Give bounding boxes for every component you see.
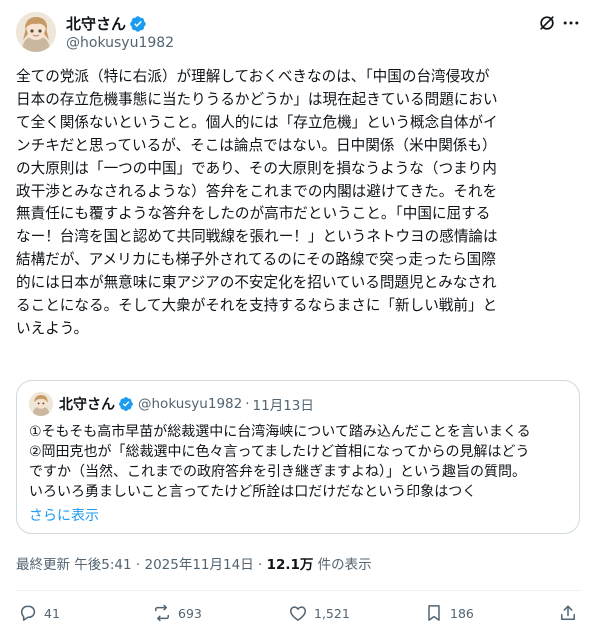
tweet-text-line: ンチキだと思っているが、そこは論点ではない。日中関係（米中関係も） — [16, 136, 497, 154]
bookmark-icon — [424, 603, 444, 623]
quoted-separator: · — [245, 396, 250, 412]
quoted-text-line: ①そもそも高市早苗が総裁選中に台湾海峡について踏み込んだことを言いまくる — [29, 424, 531, 440]
bookmark-button[interactable]: 186 — [424, 603, 474, 623]
share-button[interactable] — [558, 603, 578, 623]
tweet-text-line: 政干渉とみなされるような）答弁をこれまでの内閣は避けてきた。それを — [16, 182, 498, 200]
tweet-text-line: 日本の存立危機事態に当たりうるかどうか」は現在起きている問題におい — [16, 90, 498, 108]
tweet-text-line: 無責任にも覆すような答弁をしたのが高市だということ。「中国に屈する — [16, 205, 491, 223]
share-icon — [558, 603, 578, 623]
tweet-header: 北守さん @hokusyu1982 — [16, 12, 582, 54]
avatar[interactable] — [16, 12, 56, 52]
quoted-date: 11月13日 — [252, 398, 314, 414]
verified-badge-icon — [118, 396, 134, 412]
timestamp[interactable]: 最終更新 午後5:41 · 2025年11月14日 · — [16, 557, 267, 573]
tweet-text-line: 全ての党派（特に右派）が理解しておくべきなのは、「中国の台湾侵攻が — [16, 68, 490, 85]
quoted-tweet-card[interactable]: 北守さん @hokusyu1982 · 11月13日 ①そもそも高市早苗が総裁選… — [16, 380, 580, 534]
more-icon[interactable] — [560, 12, 582, 34]
quoted-display-name: 北守さん — [59, 397, 115, 413]
tweet-text-line: いえよう。 — [16, 319, 89, 337]
quoted-text: ①そもそも高市早苗が総裁選中に台湾海峡について踏み込んだことを言いまくる ②岡田… — [29, 422, 574, 502]
quoted-text-line: ですか（当然、これまでの政府答弁を引き継ぎますよね）」という趣旨の質問。 — [29, 464, 526, 480]
tweet: 北守さん @hokusyu1982 全ての党派（特に右派）が理解しておくべきなの… — [0, 0, 598, 637]
like-button[interactable]: 1,521 — [288, 603, 350, 623]
tweet-text: 全ての党派（特に右派）が理解しておくべきなのは、「中国の台湾侵攻が 日本の存立危… — [16, 66, 582, 341]
repost-button[interactable]: 693 — [152, 603, 202, 623]
author-handle[interactable]: @hokusyu1982 — [66, 34, 174, 52]
quoted-avatar — [29, 392, 53, 416]
reply-button[interactable]: 41 — [18, 603, 60, 623]
bookmark-count: 186 — [450, 605, 474, 621]
like-icon — [288, 603, 308, 623]
verified-badge-icon[interactable] — [129, 15, 147, 33]
tweet-text-line: 的には日本が無意味に東アジアの不安定化を招いている問題児とみなされ — [16, 274, 497, 292]
quoted-text-line: いろいろ勇ましいこと言ってたけど所詮は口だけだなという印象はつく — [29, 484, 477, 500]
tweet-text-line: ることになる。そして大衆がそれを支持するならまさに「新しい戦前」と — [16, 297, 498, 315]
quoted-text-line: ②岡田克也が「総裁選中に色々言ってましたけど首相になってからの見解はどう — [29, 444, 530, 460]
display-name[interactable]: 北守さん — [66, 14, 126, 34]
author-name-line: 北守さん — [66, 14, 147, 34]
action-bar: 41 693 1,521 186 — [16, 590, 582, 635]
grok-icon[interactable] — [536, 12, 558, 34]
quoted-handle: @hokusyu1982 — [138, 396, 243, 412]
tweet-text-line: の大原則は「一つの中国」であり、その大原則を損なうような（つまり内 — [16, 159, 497, 177]
tweet-text-line: 結構だが、アメリカにも梯子外されてるのにその路線で突っ走ったら国際 — [16, 251, 496, 269]
reply-count: 41 — [44, 605, 60, 621]
tweet-text-line: なー！台湾を国と認めて共同戦線を張れー！」というネトウヨの感情論は — [16, 228, 498, 246]
like-count: 1,521 — [314, 605, 350, 621]
reply-icon — [18, 603, 38, 623]
tweet-meta: 最終更新 午後5:41 · 2025年11月14日 · 12.1万 件の表示 — [16, 555, 372, 575]
quoted-header: 北守さん @hokusyu1982 · 11月13日 — [59, 394, 314, 414]
repost-count: 693 — [178, 605, 202, 621]
views-count: 12.1万 — [266, 557, 314, 573]
show-more-link[interactable]: さらに表示 — [29, 506, 99, 526]
tweet-text-line: て全く関係ないということ。個人的には「存立危機」という概念自体がイ — [16, 113, 498, 131]
views-label: 件の表示 — [313, 557, 372, 573]
repost-icon — [152, 603, 172, 623]
